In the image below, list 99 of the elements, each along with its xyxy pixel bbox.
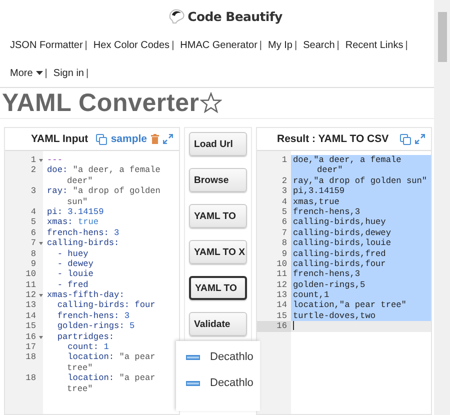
code-line: - huey: [56, 248, 88, 259]
panel-title: Result : YAML TO CSV: [276, 133, 389, 145]
line-number: 13: [276, 290, 287, 300]
line-number: 4: [282, 196, 287, 207]
line-number: 10: [26, 269, 37, 280]
action-button[interactable]: Validate: [189, 312, 247, 336]
code-line: location: "a pear: [66, 373, 156, 384]
code-line: tree": [66, 362, 93, 374]
star-icon[interactable]: [200, 92, 222, 114]
code-line: deer": [66, 176, 93, 186]
line-number: 2: [282, 176, 287, 186]
brand-name[interactable]: Code Beautify: [188, 8, 282, 24]
code-line: french-hens: 3: [46, 228, 120, 238]
line-number: 3: [30, 186, 37, 197]
line-number: 13: [26, 300, 37, 311]
code-line: tree": [66, 384, 93, 394]
caret-icon: [36, 71, 43, 75]
code-line: - fred: [56, 280, 88, 290]
line-number: 17: [26, 342, 37, 352]
code-line: french-hens: 3: [56, 310, 130, 322]
code-line: calling-birds:: [46, 238, 120, 249]
code-line: - dewey: [56, 258, 94, 270]
line-number: 15: [276, 310, 287, 322]
code-line: pi: 3.14159: [46, 206, 104, 218]
code-line: golden-rings: 5: [56, 321, 135, 332]
line-number: 11: [276, 269, 287, 280]
action-button[interactable]: Load Url: [189, 132, 247, 156]
line-number: 3: [282, 186, 287, 197]
code-line: doe: "a deer, a female: [46, 165, 160, 176]
scrollbar[interactable]: [434, 0, 450, 415]
line-number: 5: [30, 217, 37, 228]
line-number: 12: [26, 290, 43, 300]
line-number: 9: [282, 248, 287, 259]
line-number: 12: [276, 280, 287, 290]
nav-link[interactable]: My Ip: [268, 40, 292, 50]
nav-link[interactable]: Hex Color Codes: [93, 40, 170, 50]
code-line: xmas-fifth-day:: [46, 290, 124, 300]
expand-icon: [415, 134, 425, 144]
panel-title: YAML Input: [30, 133, 88, 145]
line-number: 8: [30, 248, 37, 259]
line-number: 10: [276, 258, 287, 270]
nav-link[interactable]: Recent Links: [345, 40, 404, 50]
suggestion-item[interactable]: Decathlo: [210, 351, 254, 363]
line-number: 2: [30, 165, 37, 176]
copy-icon: [96, 134, 107, 144]
line-number: 16: [276, 321, 287, 332]
nav-link[interactable]: Sign in: [53, 68, 84, 78]
nav-link[interactable]: JSON Formatter: [10, 40, 83, 50]
code-line: ---: [46, 155, 62, 166]
nav-link[interactable]: More: [10, 68, 33, 78]
line-number: 7: [30, 238, 43, 249]
nav-separator: |: [336, 40, 340, 50]
nav-separator: |: [405, 40, 408, 50]
code-line: calling-birds: four: [56, 300, 156, 311]
action-button[interactable]: YAML TO X: [189, 240, 247, 264]
page-title: YAML Converter: [2, 88, 200, 118]
bar-icon: [186, 380, 200, 386]
nav-separator: |: [259, 40, 262, 50]
trash-icon: [151, 134, 159, 144]
code-line: - louie: [56, 269, 94, 280]
line-number: 15: [26, 321, 37, 332]
line-number: 5: [282, 206, 287, 218]
logo-icon: [168, 8, 186, 24]
line-number: 14: [276, 300, 287, 311]
nav-separator: |: [44, 68, 48, 78]
line-number: 14: [26, 310, 37, 322]
bar-icon: [186, 354, 200, 360]
line-number: 1: [282, 155, 287, 166]
code-line: ray: "a drop of golden: [46, 186, 160, 197]
action-button[interactable]: Browse: [189, 168, 247, 192]
line-number: 16: [26, 332, 43, 342]
code-line: sun": [66, 196, 88, 207]
action-button[interactable]: YAML TO: [189, 204, 247, 228]
line-number: 6: [282, 217, 287, 228]
nav-separator: |: [84, 40, 88, 50]
line-number: 7: [282, 228, 287, 238]
line-number: 1: [30, 155, 43, 166]
expand-icon: [163, 134, 173, 144]
sample-link[interactable]: sample: [110, 133, 147, 145]
line-number: 18: [26, 352, 37, 363]
line-number: 8: [282, 238, 287, 249]
code-line: location: "a pear: [66, 352, 156, 363]
suggestion-item[interactable]: Decathlo: [210, 377, 254, 389]
line-number: 9: [30, 258, 37, 270]
copy-icon: [400, 134, 411, 144]
nav-separator: |: [294, 40, 298, 50]
line-number: 4: [30, 206, 37, 218]
code-line: xmas: true: [46, 217, 99, 228]
nav-link[interactable]: Search: [303, 40, 335, 50]
text-cursor-icon: [293, 321, 294, 330]
nav-separator: |: [172, 40, 174, 50]
line-number: 6: [30, 228, 37, 238]
action-button[interactable]: YAML TO: [189, 276, 247, 300]
nav-separator: |: [86, 68, 89, 78]
code-line: count: 1: [66, 342, 109, 352]
nav-link[interactable]: HMAC Generator: [180, 40, 258, 50]
line-number: 11: [26, 280, 37, 290]
code-line: partridges:: [56, 332, 114, 342]
line-number: 18: [26, 373, 37, 384]
